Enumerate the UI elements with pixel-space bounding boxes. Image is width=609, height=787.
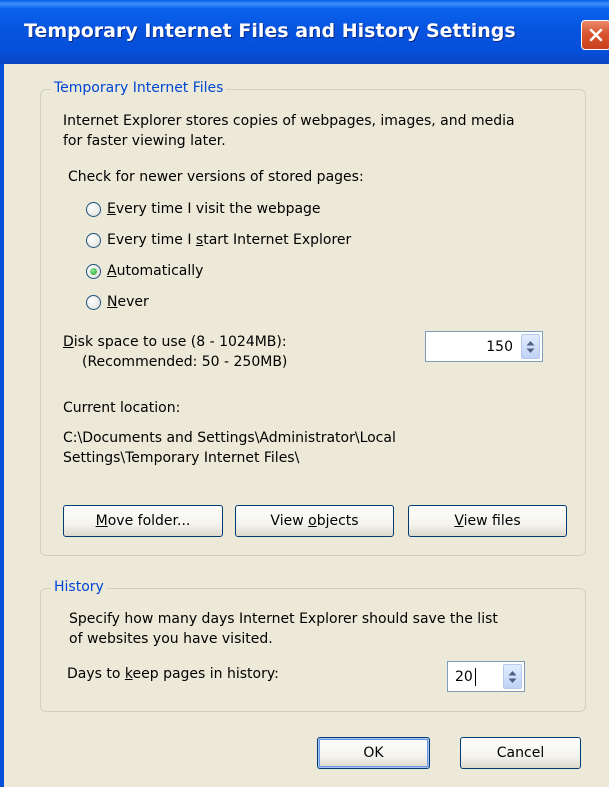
disk-space-spin-buttons[interactable] xyxy=(521,334,540,359)
spin-up-icon[interactable] xyxy=(526,340,535,346)
radio-button[interactable] xyxy=(86,294,101,310)
move-folder-label: Move folder... xyxy=(95,513,191,529)
spin-down-icon[interactable] xyxy=(526,348,535,354)
disk-recommended-label: (Recommended: 50 - 250MB) xyxy=(82,354,288,370)
text-caret xyxy=(475,668,476,686)
days-in-history-value[interactable]: 20 xyxy=(455,662,473,691)
radio-button-selected[interactable] xyxy=(86,263,101,279)
days-in-history-label: Days to keep pages in history: xyxy=(67,666,279,682)
spin-down-icon[interactable] xyxy=(508,678,517,684)
view-objects-label: View objects xyxy=(270,513,359,529)
dialog-window: Temporary Internet Files and History Set… xyxy=(0,0,609,787)
window-frame xyxy=(0,64,4,787)
history-group-legend: History xyxy=(51,579,107,595)
title-bar[interactable]: Temporary Internet Files and History Set… xyxy=(0,0,609,64)
view-objects-button[interactable]: View objects xyxy=(235,505,394,537)
radio-label: Every time I start Internet Explorer xyxy=(107,232,352,248)
disk-space-spinner[interactable]: 150 xyxy=(425,331,543,362)
history-description-line2: of websites you have visited. xyxy=(69,631,273,647)
tif-description-line1: Internet Explorer stores copies of webpa… xyxy=(63,113,515,129)
days-in-history-spinner[interactable]: 20 xyxy=(447,661,525,692)
radio-automatically[interactable]: Automatically xyxy=(86,260,203,282)
window-title: Temporary Internet Files and History Set… xyxy=(24,20,516,42)
tif-description-line2: for faster viewing later. xyxy=(63,133,226,149)
radio-never[interactable]: Never xyxy=(86,291,149,313)
ok-button[interactable]: OK xyxy=(317,737,430,769)
radio-label: Never xyxy=(107,294,149,310)
radio-label: Every time I visit the webpage xyxy=(107,201,321,217)
disk-space-label: Disk space to use (8 - 1024MB): xyxy=(63,334,287,350)
history-groupbox: History xyxy=(40,579,586,712)
view-files-button[interactable]: View files xyxy=(408,505,567,537)
days-spin-buttons[interactable] xyxy=(503,664,522,689)
tif-groupbox: Temporary Internet Files xyxy=(40,80,586,556)
current-location-line2: Settings\Temporary Internet Files\ xyxy=(63,450,300,466)
radio-selected-dot xyxy=(90,267,97,275)
spin-up-icon[interactable] xyxy=(508,670,517,676)
current-location-line1: C:\Documents and Settings\Administrator\… xyxy=(63,430,396,446)
current-location-label: Current location: xyxy=(63,400,181,416)
radio-button[interactable] xyxy=(86,201,101,217)
move-folder-button[interactable]: Move folder... xyxy=(63,505,223,537)
radio-every-visit[interactable]: Every time I visit the webpage xyxy=(86,198,321,220)
radio-button[interactable] xyxy=(86,232,101,248)
disk-space-value[interactable]: 150 xyxy=(486,332,513,361)
radio-label: Automatically xyxy=(107,263,204,279)
cancel-button[interactable]: Cancel xyxy=(460,737,581,769)
history-description-line1: Specify how many days Internet Explorer … xyxy=(69,611,498,627)
tif-group-legend: Temporary Internet Files xyxy=(51,80,227,96)
close-button[interactable] xyxy=(581,20,609,50)
close-icon xyxy=(589,28,603,42)
check-newer-label: Check for newer versions of stored pages… xyxy=(68,169,364,185)
view-files-label: View files xyxy=(454,513,521,529)
radio-every-start[interactable]: Every time I start Internet Explorer xyxy=(86,229,351,251)
